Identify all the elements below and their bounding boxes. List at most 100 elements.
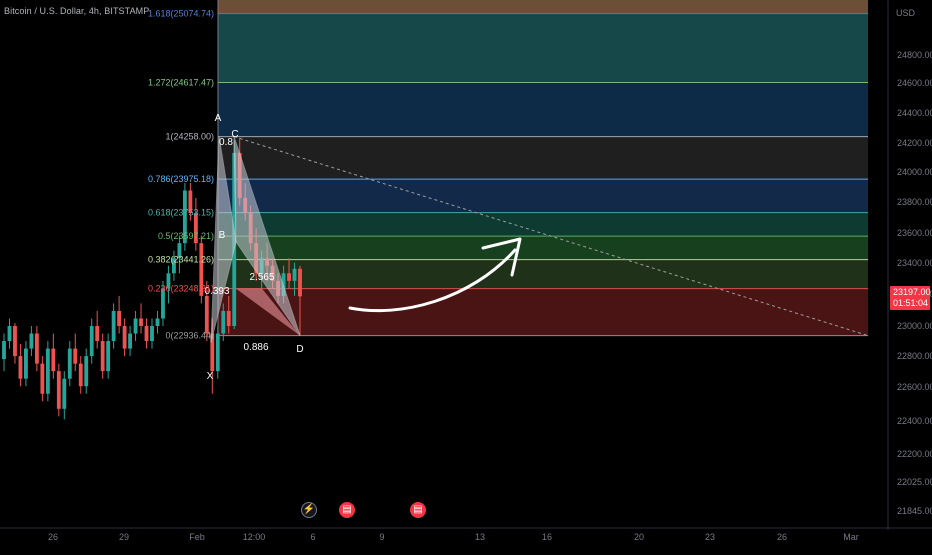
candle-body <box>215 333 220 372</box>
candle-body <box>2 341 6 360</box>
fib-band-1 <box>218 82 868 137</box>
candle-body <box>45 348 50 394</box>
price-tick-label: 22200.00 <box>897 449 932 459</box>
price-tick-label: 24600.00 <box>897 78 932 88</box>
candle-body <box>13 326 17 357</box>
time-tick-label: Feb <box>189 532 205 542</box>
fib-band-0.382 <box>218 236 868 260</box>
price-axis: 24800.00 24600.00 24400.00 24200.00 24000.00… <box>887 0 932 530</box>
candle-body <box>150 326 154 342</box>
candle-body <box>40 363 45 394</box>
time-tick-label: 29 <box>119 532 129 542</box>
candle-body <box>144 326 149 342</box>
price-tick-label: 23600.00 <box>897 228 932 238</box>
candle-body <box>51 348 56 372</box>
pattern-ratio: 0.886 <box>243 342 268 353</box>
fib-band-0.786 <box>218 136 868 180</box>
fib-band-top <box>218 0 868 14</box>
fib-label-0.382: 0.382(23441.26) <box>148 255 214 265</box>
candle-body <box>117 310 122 326</box>
pattern-point-A: A <box>215 113 222 124</box>
fib-level-labels: 1.618(25074.74) 1.272(24617.47) 1(24258.00… <box>148 9 214 341</box>
fib-label-0.5: 0.5(23597.21) <box>158 231 214 241</box>
fib-label-1.272: 1.272(24617.47) <box>148 77 214 87</box>
pattern-ratio: 2.565 <box>249 272 274 283</box>
time-tick-label: 20 <box>634 532 644 542</box>
pattern-point-D: D <box>296 344 303 355</box>
currency-label: USD <box>896 8 916 18</box>
candle-body <box>122 326 127 349</box>
candle-body <box>287 273 291 281</box>
candle-body <box>18 356 23 379</box>
price-tick-label: 22800.00 <box>897 351 932 361</box>
price-tick-label: 22025.00 <box>897 477 932 487</box>
candle-body <box>139 318 143 326</box>
pattern-point-X: X <box>207 371 214 382</box>
candle-body <box>34 333 39 364</box>
fib-band-0 <box>218 288 868 336</box>
fib-band-1.272 <box>218 13 868 83</box>
price-tick-label: 21845.00 <box>897 506 932 516</box>
candle-body <box>62 378 67 409</box>
price-chart[interactable]: XABCD0.3930.8862.5650.8 1.618(25074.74)1… <box>0 0 932 550</box>
pattern-ratio: 0.8 <box>219 137 233 148</box>
time-tick-label: 9 <box>379 532 384 542</box>
price-tick-label: 22600.00 <box>897 382 932 392</box>
time-tick-label: Mar <box>843 532 859 542</box>
candle-body <box>7 326 12 342</box>
chart-area[interactable]: X A B C D 0.393 0.886 2.565 0.8 1.618(25074.74) 1… <box>0 0 932 550</box>
candle-body <box>29 333 34 349</box>
candle-body <box>84 356 89 387</box>
price-tick-label: 23000.00 <box>897 321 932 331</box>
candle-body <box>111 310 116 342</box>
time-tick-label: 6 <box>310 532 315 542</box>
candle-body <box>298 268 302 297</box>
fib-band-0.618 <box>218 179 868 213</box>
candle-body <box>95 326 100 342</box>
candle-body <box>24 348 28 379</box>
fib-band-0.236 <box>218 259 868 289</box>
fib-label-0.786: 0.786(23975.18) <box>148 174 214 184</box>
last-price-tag: 23197.00 01:51:04 <box>890 286 931 310</box>
price-tick-label: 22400.00 <box>897 416 932 426</box>
pattern-point-B: B <box>219 230 226 241</box>
price-tick-label: 24200.00 <box>897 138 932 148</box>
bar-countdown: 01:51:04 <box>893 298 929 308</box>
candle-body <box>106 341 111 372</box>
time-tick-label: 26 <box>48 532 58 542</box>
price-tick-label: 24800.00 <box>897 50 932 60</box>
candle-body <box>221 310 226 334</box>
fib-label-1: 1(24258.00) <box>165 132 214 142</box>
time-axis: 26 29 Feb 12:00 6 9 13 16 20 23 26 Mar <box>0 527 932 542</box>
last-price-value: 23197.00 <box>893 287 931 297</box>
time-tick-label: 26 <box>777 532 787 542</box>
candle-body <box>100 341 105 372</box>
fib-band-0.5 <box>218 212 868 237</box>
fib-label-0.618: 0.618(23753.15) <box>148 208 214 218</box>
time-tick-label: 23 <box>705 532 715 542</box>
time-tick-label: 12:00 <box>243 532 266 542</box>
symbol-title: Bitcoin / U.S. Dollar, 4h, BITSTAMP <box>4 6 150 16</box>
candle-body <box>56 371 61 409</box>
price-tick-label: 24000.00 <box>897 167 932 177</box>
fib-label-0.236: 0.236(23248.31) <box>148 284 214 294</box>
candle-body <box>155 318 160 326</box>
fib-label-0: 0(22936.44) <box>165 331 214 341</box>
candle-body <box>204 295 209 334</box>
candle-body <box>67 348 72 379</box>
price-tick-label: 23800.00 <box>897 197 932 207</box>
candle-body <box>292 268 297 281</box>
us-flag-event-icon-2[interactable]: ▤ <box>410 502 426 518</box>
time-tick-label: 13 <box>475 532 485 542</box>
price-tick-label: 23400.00 <box>897 258 932 268</box>
price-tick-label: 24400.00 <box>897 108 932 118</box>
candle-body <box>128 333 132 349</box>
candle-body <box>73 348 78 364</box>
flash-event-icon[interactable]: ⚡ <box>301 502 317 518</box>
candle-body <box>89 326 94 357</box>
us-flag-event-icon-1[interactable]: ▤ <box>339 502 355 518</box>
fib-retracement-bands <box>218 0 868 336</box>
candle-body <box>78 363 83 387</box>
fib-label-1.618: 1.618(25074.74) <box>148 9 214 19</box>
candle-body <box>133 318 138 334</box>
